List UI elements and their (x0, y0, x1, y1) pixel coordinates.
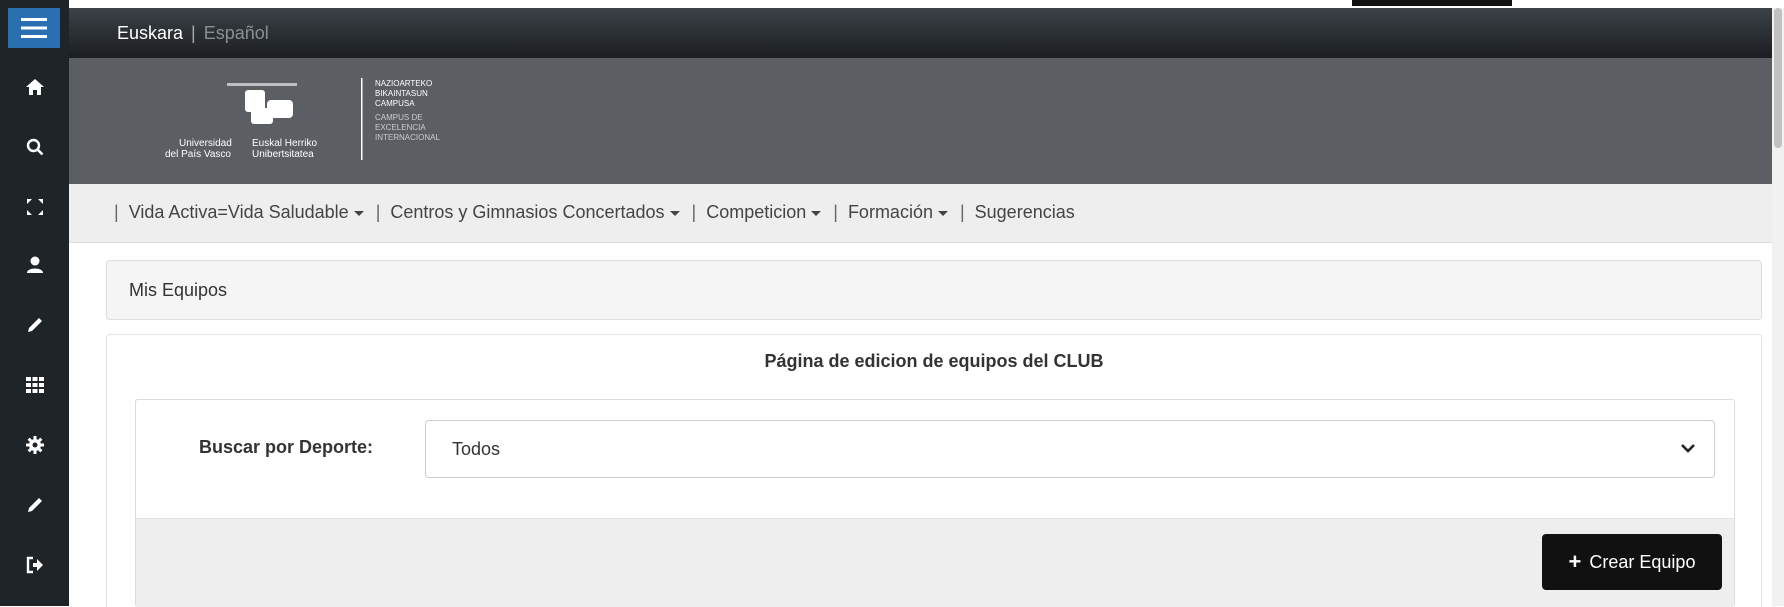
sport-select[interactable]: Todos (425, 420, 1715, 478)
campus-line-3: CAMPUSA (375, 99, 415, 108)
sidebar-settings-button[interactable] (0, 420, 69, 470)
nav-item-sugerencias[interactable]: Sugerencias (975, 202, 1075, 222)
panel-title: Mis Equipos (129, 280, 228, 300)
grid-icon (25, 377, 44, 393)
caret-down-icon (811, 210, 822, 216)
logo-text-2: del País Vasco (165, 149, 231, 160)
caret-down-icon (669, 210, 680, 216)
edit-teams-card: Página de edicion de equipos del CLUB Bu… (106, 334, 1762, 607)
caret-down-icon (353, 210, 364, 216)
home-icon (25, 79, 44, 95)
scrollbar-thumb[interactable] (1774, 8, 1782, 148)
sidebar-home-button[interactable] (0, 62, 69, 112)
nav-item-centros[interactable]: Centros y Gimnasios Concertados (390, 202, 680, 222)
search-box: Buscar por Deporte: Todos + Crear Equipo (135, 399, 1735, 607)
campus-line-2: BIKAINTASUN (375, 89, 428, 98)
pencil-icon (27, 318, 42, 332)
sidebar-logout-button[interactable] (0, 540, 69, 590)
mis-equipos-panel: Mis Equipos (106, 260, 1762, 320)
nav-item-label: Vida Activa=Vida Saludable (128, 202, 349, 222)
campus-line-1: NAZIOARTEKO (375, 79, 432, 88)
nav-item-competicion[interactable]: Competicion (706, 202, 822, 222)
create-team-label: Crear Equipo (1589, 551, 1696, 572)
sidebar-expand-button[interactable] (0, 182, 69, 232)
sidebar-user-button[interactable] (0, 240, 69, 290)
lang-euskara-link[interactable]: Euskara (117, 23, 183, 43)
menu-button[interactable] (8, 8, 60, 48)
sidebar-grid-button[interactable] (0, 360, 69, 410)
nav-separator: | (959, 202, 965, 222)
main-nav: | Vida Activa=Vida Saludable | Centros y Gi… (69, 184, 1784, 243)
left-toolbar (0, 0, 69, 606)
nav-item-label: Competicion (706, 202, 807, 222)
logo-text-4: Unibertsitatea (252, 149, 314, 160)
page-title: Página de edicion de equipos del CLUB (764, 351, 1104, 371)
lang-espanol-link[interactable]: Español (204, 23, 269, 43)
caret-down-icon (937, 210, 948, 216)
top-strip (0, 0, 1784, 8)
nav-item-label: Sugerencias (974, 202, 1075, 222)
expand-icon (26, 199, 43, 215)
logo-text-1: Universidad (179, 138, 232, 149)
search-footer: + Crear Equipo (136, 518, 1734, 607)
search-label: Buscar por Deporte: (199, 437, 374, 457)
lang-separator: | (191, 23, 196, 43)
nav-separator: | (691, 202, 697, 222)
nav-item-label: Centros y Gimnasios Concertados (390, 202, 665, 222)
sidebar-edit-button[interactable] (0, 300, 69, 350)
campus-line-6: INTERNACIONAL (375, 133, 440, 142)
campus-line-4: CAMPUS DE (375, 113, 423, 122)
logout-icon (26, 556, 43, 574)
nav-separator: | (375, 202, 381, 222)
nav-separator: | (114, 202, 119, 222)
nav-item-formacion[interactable]: Formación (848, 202, 948, 222)
sidebar-search-button[interactable] (0, 122, 69, 172)
select-value: Todos (452, 439, 501, 459)
menu-icon (21, 18, 47, 38)
logo-text-3: Euskal Herriko (252, 138, 317, 149)
create-team-button[interactable]: + Crear Equipo (1542, 534, 1722, 590)
search-icon (26, 138, 43, 156)
nav-item-vida-activa[interactable]: Vida Activa=Vida Saludable (129, 202, 364, 222)
pencil-icon (27, 498, 42, 512)
page-scrollbar[interactable] (1772, 8, 1784, 606)
nav-separator: | (833, 202, 838, 222)
nav-item-label: Formación (847, 202, 933, 222)
header-logo-band: Universidad del País Vasco Euskal Herrik… (69, 58, 1784, 184)
chevron-down-icon (1681, 444, 1695, 453)
university-logo: Universidad del País Vasco Euskal Herrik… (165, 78, 440, 160)
gear-icon (25, 436, 44, 454)
sidebar-edit-button-2[interactable] (0, 480, 69, 530)
plus-icon: + (1568, 549, 1582, 574)
top-strip-block (1352, 0, 1512, 6)
campus-line-5: EXCELENCIA (375, 123, 426, 132)
language-bar: Euskara | Español (69, 8, 1784, 58)
user-icon (26, 256, 43, 273)
